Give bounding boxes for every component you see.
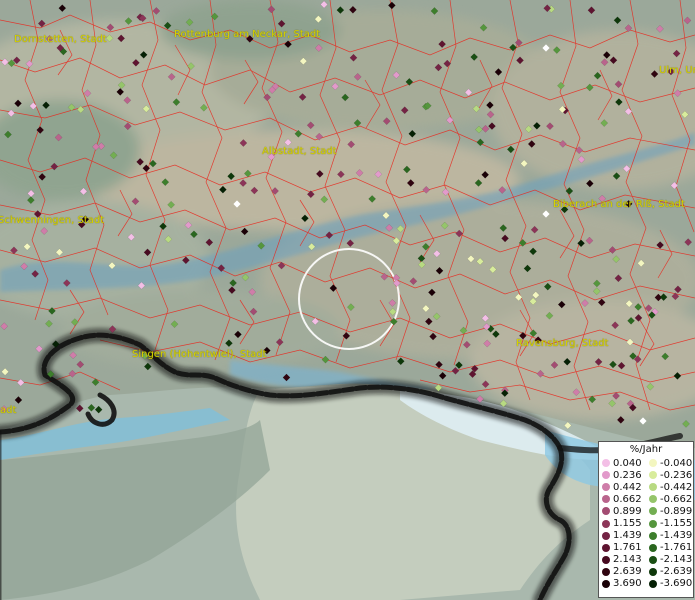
legend-entry: 2.639	[599, 566, 646, 577]
place-label: Biberach an der Riß, Stadt	[553, 199, 685, 210]
legend-entry: -2.639	[646, 566, 693, 577]
legend-entry: -3.690	[646, 578, 693, 589]
legend-swatch	[602, 555, 610, 564]
legend-row: 0.040 -0.040	[599, 457, 693, 469]
legend-label: 2.639	[613, 566, 642, 578]
legend-label: -2.143	[660, 554, 693, 566]
legend-entry: 0.442	[599, 482, 646, 493]
legend-label: 2.143	[613, 554, 642, 566]
legend-entry: -2.143	[646, 554, 693, 565]
legend-swatch	[649, 555, 657, 564]
legend-swatch	[649, 531, 657, 540]
legend-label: 3.690	[613, 578, 642, 590]
legend-entry: 1.155	[599, 518, 646, 529]
legend-label: -2.639	[660, 566, 693, 578]
legend-entry: -0.899	[646, 506, 693, 517]
legend-row: 3.690 -3.690	[599, 578, 693, 590]
legend-entry: 2.143	[599, 554, 646, 565]
place-label: Ulm, Un	[659, 65, 695, 76]
legend-entry: 0.236	[599, 470, 646, 481]
legend-entry: -0.236	[646, 470, 693, 481]
legend-label: -0.236	[660, 469, 693, 481]
place-label: Ravensburg, Stadt	[516, 338, 609, 349]
legend-label: 0.662	[613, 493, 642, 505]
legend-swatch	[649, 471, 657, 480]
place-label: Dornstetten, Stadt	[14, 34, 107, 45]
legend-label: -3.690	[660, 578, 693, 590]
legend-swatch	[602, 531, 610, 540]
legend-swatch	[649, 543, 657, 552]
legend-entry: -1.761	[646, 542, 693, 553]
legend-swatch	[602, 543, 610, 552]
legend-swatch	[602, 459, 610, 468]
legend-row: 2.639 -2.639	[599, 566, 693, 578]
legend-label: 1.761	[613, 542, 642, 554]
legend-row: 0.236 -0.236	[599, 469, 693, 481]
legend-swatch	[649, 579, 657, 588]
legend-label: -1.761	[660, 542, 693, 554]
legend-swatch	[649, 495, 657, 504]
legend-swatch	[602, 579, 610, 588]
legend-entry: 1.439	[599, 530, 646, 541]
legend-row: 1.761 -1.761	[599, 542, 693, 554]
legend-entry: -1.439	[646, 530, 693, 541]
legend-label: -1.155	[660, 518, 693, 530]
legend-label: -0.442	[660, 481, 693, 493]
legend-swatch	[649, 567, 657, 576]
legend-swatch	[602, 507, 610, 516]
legend-swatch	[602, 495, 610, 504]
legend-entry: 0.662	[599, 494, 646, 505]
place-label: Schwenningen, Stadt	[0, 215, 105, 226]
legend-label: 0.040	[613, 457, 642, 469]
legend-rows: 0.040 -0.040 0.236 -0.236 0.442 -0.442 0.662 -0…	[599, 457, 693, 590]
place-label: adt	[0, 405, 17, 416]
legend-row: 2.143 -2.143	[599, 554, 693, 566]
legend-row: 1.439 -1.439	[599, 530, 693, 542]
place-label: Rottenburg am Neckar, Stadt	[174, 29, 321, 40]
legend-swatch	[602, 519, 610, 528]
legend-entry: 3.690	[599, 578, 646, 589]
legend-label: 1.155	[613, 518, 642, 530]
legend-entry: 0.040	[599, 458, 646, 469]
legend-swatch	[602, 483, 610, 492]
legend-label: -1.439	[660, 530, 693, 542]
legend-swatch	[649, 483, 657, 492]
legend-label: -0.662	[660, 493, 693, 505]
legend-label: 0.442	[613, 481, 642, 493]
legend-swatch	[649, 507, 657, 516]
legend-label: -0.040	[660, 457, 693, 469]
legend-row: 0.662 -0.662	[599, 493, 693, 505]
place-label: Singen (Hohentwiel), Stadt	[132, 349, 267, 360]
legend-label: 1.439	[613, 530, 642, 542]
map-canvas[interactable]	[0, 0, 695, 600]
place-label: Albstadt, Stadt	[262, 146, 337, 157]
legend-entry: 0.899	[599, 506, 646, 517]
legend: %/Jahr 0.040 -0.040 0.236 -0.236 0.442 -0.442…	[598, 441, 694, 598]
legend-swatch	[649, 519, 657, 528]
legend-row: 0.442 -0.442	[599, 481, 693, 493]
legend-row: 1.155 -1.155	[599, 517, 693, 529]
legend-row: 0.899 -0.899	[599, 505, 693, 517]
legend-label: 0.236	[613, 469, 642, 481]
legend-entry: -0.040	[646, 458, 693, 469]
legend-entry: -0.442	[646, 482, 693, 493]
legend-swatch	[602, 471, 610, 480]
legend-title: %/Jahr	[629, 444, 663, 455]
legend-swatch	[602, 567, 610, 576]
legend-entry: -0.662	[646, 494, 693, 505]
legend-swatch	[649, 459, 657, 468]
legend-entry: 1.761	[599, 542, 646, 553]
legend-label: -0.899	[660, 505, 693, 517]
legend-entry: -1.155	[646, 518, 693, 529]
legend-label: 0.899	[613, 505, 642, 517]
